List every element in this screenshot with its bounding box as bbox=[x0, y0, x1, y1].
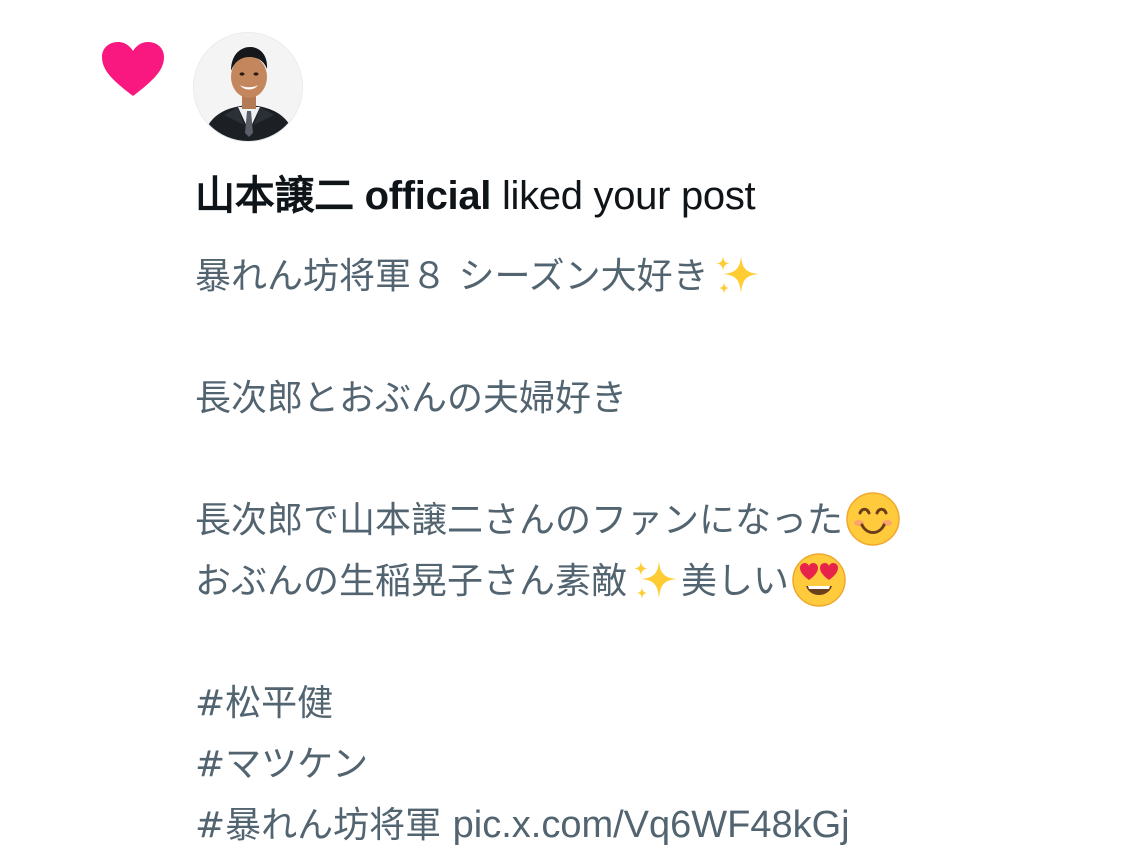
post-line bbox=[195, 429, 1115, 490]
hashtag-link[interactable]: #松平健 bbox=[195, 673, 1115, 734]
sparkles-emoji bbox=[634, 561, 678, 599]
hashtag-link[interactable]: #暴れん坊将軍 bbox=[195, 805, 441, 846]
post-line: 暴れん坊将軍８ シーズン大好き bbox=[195, 246, 1115, 307]
heart-eyes-emoji bbox=[792, 553, 846, 607]
like-notification[interactable]: 山本譲二 official liked your post 暴れん坊将軍８ シー… bbox=[0, 0, 1141, 863]
post-line: おぶんの生稲晃子さん素敵 美しい bbox=[195, 551, 1115, 612]
user-name[interactable]: 山本譲二 official bbox=[195, 174, 491, 218]
sparkles-emoji bbox=[715, 256, 759, 294]
avatar-image bbox=[194, 33, 302, 141]
post-line: #暴れん坊将軍 pic.x.com/Vq6WF48kGj bbox=[195, 795, 1115, 856]
avatar[interactable] bbox=[193, 32, 303, 142]
heart-icon bbox=[102, 42, 164, 96]
hashtag-link[interactable]: #マツケン bbox=[195, 734, 1115, 795]
media-link[interactable]: pic.x.com/Vq6WF48kGj bbox=[453, 804, 850, 846]
post-line bbox=[195, 612, 1115, 673]
post-line: 長次郎で山本譲二さんのファンになった bbox=[195, 490, 1115, 551]
action-text: liked your post bbox=[491, 174, 756, 218]
post-line bbox=[195, 307, 1115, 368]
post-text[interactable]: 暴れん坊将軍８ シーズン大好き 長次郎とおぶんの夫婦好き 長次郎で山本譲二さんの… bbox=[195, 246, 1115, 856]
smiling-face-emoji bbox=[846, 492, 900, 546]
post-line: 長次郎とおぶんの夫婦好き bbox=[195, 378, 628, 419]
like-summary: 山本譲二 official liked your post bbox=[195, 168, 756, 224]
